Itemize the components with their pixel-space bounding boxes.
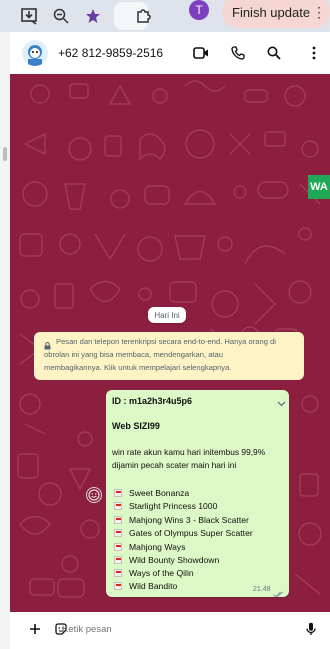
slot-machine-icon [114, 568, 122, 577]
lock-icon [44, 337, 51, 355]
game-name: Ways of the Qilin [129, 567, 194, 578]
voice-call-icon[interactable] [228, 43, 248, 63]
whatsapp-side-badge[interactable]: WA [308, 175, 330, 199]
puzzle-icon[interactable] [132, 4, 154, 28]
zoom-out-icon[interactable] [50, 4, 72, 28]
read-receipt-icon [273, 585, 284, 603]
slot-machine-icon [114, 528, 122, 537]
profile-avatar[interactable]: T [189, 0, 209, 20]
smiley-icon [88, 489, 100, 501]
finish-update-button[interactable]: Finish update ⋮ [222, 0, 330, 28]
left-edge [0, 32, 10, 649]
list-item: Mahjong Wins 3 - Black Scatter [114, 514, 249, 525]
message-body-line-1: win rate akun kamu hari initembus 99,9% [112, 447, 266, 457]
list-item: Starlight Princess 1000 [114, 500, 217, 511]
message-menu-chevron-icon[interactable] [277, 394, 286, 412]
slot-machine-icon [114, 581, 122, 590]
notice-line-3: membagikannya. Klik untuk mempelajari se… [44, 363, 232, 372]
slot-machine-icon [114, 555, 122, 564]
slot-machine-icon [114, 515, 122, 524]
game-name: Sweet Bonanza [129, 487, 190, 498]
more-options-icon[interactable] [304, 43, 324, 63]
contact-phone[interactable]: +62 812-9859-2516 [58, 46, 163, 60]
slot-machine-icon [114, 542, 122, 551]
microphone-icon[interactable] [303, 621, 319, 637]
slot-machine-icon [114, 501, 122, 510]
game-name: Wild Bounty Showdown [129, 554, 220, 565]
message-timestamp: 21.48 [253, 586, 271, 593]
game-name: Starlight Princess 1000 [129, 500, 218, 511]
download-icon[interactable] [16, 4, 42, 28]
list-item: Sweet Bonanza [114, 487, 189, 498]
list-item: Mahjong Ways [114, 541, 186, 552]
notice-line-2: obrolan ini yang bisa membaca, mendengar… [44, 350, 223, 359]
bookmark-star-icon[interactable] [82, 4, 104, 28]
emoji-reaction-button[interactable] [86, 487, 102, 503]
message-body-line-2: dijamin pecah scater main hari ini [112, 460, 237, 470]
message-input[interactable] [62, 621, 292, 637]
encryption-notice[interactable]: Pesan dan telepon terenkripsi secara end… [34, 332, 304, 380]
message-title: Web SIZI99 [112, 421, 160, 431]
game-name: Mahjong Wins 3 - Black Scatter [129, 514, 249, 525]
list-item: Ways of the Qilin [114, 567, 194, 578]
notice-line-1: Pesan dan telepon terenkripsi secara end… [56, 337, 276, 346]
date-separator: Hari Ini [148, 307, 186, 323]
game-name: Wild Bandito [129, 580, 178, 591]
browser-toolbar: T Finish update ⋮ [0, 0, 330, 32]
list-item: Wild Bandito [114, 580, 177, 591]
message-id-line: ID : m1a2h3r4u5p6 [112, 396, 193, 406]
list-item: Gates of Olympus Super Scatter [114, 527, 253, 538]
list-item: Wild Bounty Showdown [114, 554, 219, 565]
search-icon[interactable] [264, 43, 284, 63]
browser-menu-icon[interactable]: ⋮ [312, 4, 326, 21]
game-name: Mahjong Ways [129, 541, 186, 552]
contact-avatar[interactable] [22, 40, 48, 66]
chat-header: +62 812-9859-2516 [10, 32, 330, 75]
attach-plus-icon[interactable] [27, 621, 43, 637]
video-call-icon[interactable] [191, 43, 211, 63]
slot-machine-icon [114, 488, 122, 497]
game-name: Gates of Olympus Super Scatter [129, 527, 253, 538]
finish-update-label: Finish update [232, 4, 311, 20]
scroll-thumb[interactable] [3, 147, 7, 161]
